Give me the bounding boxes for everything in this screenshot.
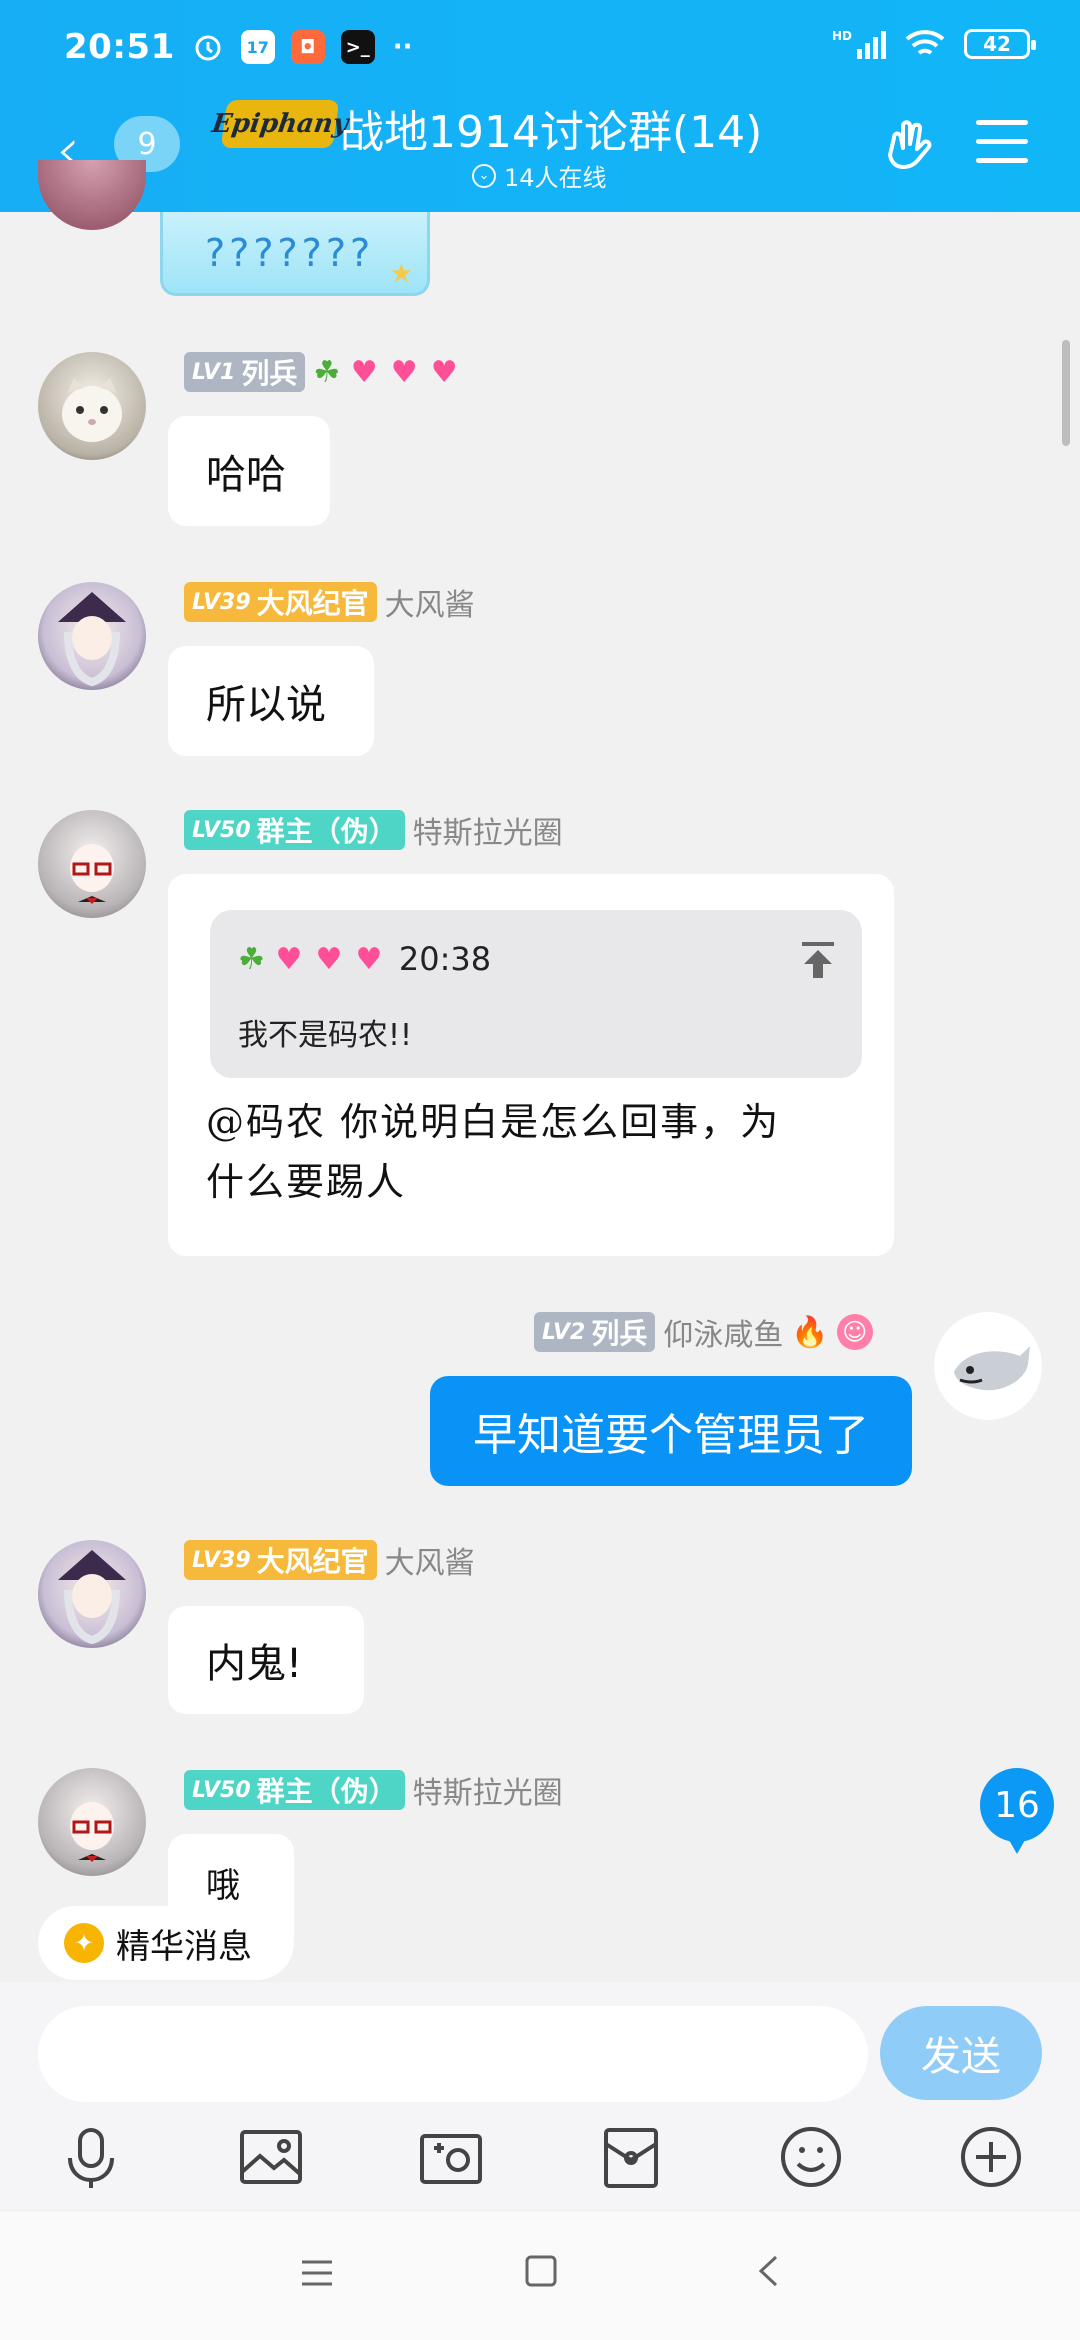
- level-number: LV39: [192, 589, 251, 615]
- status-bar: 20:51 17 ◘ >_ ·· HD 42: [64, 22, 1036, 72]
- essence-label: 精华消息: [116, 1926, 252, 1967]
- level-badge: LV39 大风纪官: [184, 1540, 377, 1580]
- sender-name: 特斯拉光圈: [412, 816, 563, 851]
- camera-icon[interactable]: [416, 2122, 486, 2192]
- level-title: 列兵: [591, 1317, 648, 1350]
- clover-icon: ☘: [238, 941, 265, 977]
- avatar[interactable]: [38, 1540, 146, 1648]
- heart-icon: ♥: [350, 354, 378, 390]
- hand-gesture-icon[interactable]: [884, 116, 940, 172]
- level-badge: LV1 列兵: [184, 352, 306, 392]
- online-status[interactable]: ⌄ 14人在线: [472, 158, 607, 193]
- message-bubble[interactable]: 哈哈: [168, 416, 330, 526]
- avatar[interactable]: [38, 810, 146, 918]
- sender-name: 大风酱: [384, 588, 475, 623]
- message-input[interactable]: [38, 2006, 868, 2102]
- avatar[interactable]: [38, 582, 146, 690]
- battery-indicator: 42: [964, 29, 1036, 59]
- back-nav-icon[interactable]: [756, 2254, 780, 2297]
- chevron-down-icon: ⌄: [472, 163, 496, 188]
- level-number: LV39: [192, 1547, 251, 1573]
- calendar-icon: 17: [240, 30, 275, 64]
- status-time: 20:51: [64, 27, 175, 67]
- avatar[interactable]: [38, 352, 146, 460]
- heart-icon: ♥: [430, 354, 458, 390]
- menu-icon[interactable]: [976, 120, 1028, 166]
- heart-icon: ♥: [275, 941, 303, 977]
- avatar[interactable]: [38, 1768, 146, 1876]
- sender-meta: LV39 大风纪官 大风酱: [184, 582, 475, 623]
- essence-messages-button[interactable]: ✦ 精华消息: [38, 1906, 294, 1980]
- clover-icon: ☘: [313, 354, 341, 390]
- send-button[interactable]: 发送: [880, 2006, 1042, 2100]
- sender-name: 大风酱: [384, 1546, 475, 1581]
- sender-name: 特斯拉光圈: [412, 1776, 563, 1811]
- red-packet-icon[interactable]: [596, 2122, 666, 2192]
- mall-icon: ◘: [290, 30, 325, 64]
- quote-time: 20:38: [398, 940, 492, 978]
- more-dots-icon: ··: [392, 32, 413, 62]
- level-title: 群主（伪）: [256, 815, 397, 848]
- heart-icon: ♥: [355, 941, 383, 977]
- quote-meta: ☘ ♥ ♥ ♥ 20:38: [238, 940, 491, 978]
- recent-apps-icon[interactable]: [300, 2256, 334, 2297]
- sender-meta: LV2 列兵 仰泳咸鱼 🔥 ☺: [534, 1312, 873, 1353]
- wifi-icon: [905, 30, 945, 55]
- heart-icon: ♥: [390, 354, 418, 390]
- level-number: LV50: [192, 1777, 251, 1803]
- smile-badge-icon: ☺: [836, 1314, 873, 1350]
- microphone-icon[interactable]: [56, 2122, 126, 2192]
- online-count: 14人在线: [504, 164, 607, 192]
- chat-header: 20:51 17 ◘ >_ ·· HD 42 ‹ 9 Epiphany 战地19…: [0, 0, 1080, 212]
- terminal-icon: >_: [340, 30, 375, 64]
- message-text: @码农 你说明白是怎么回事，为 什么要踢人: [206, 1092, 866, 1212]
- sender-meta: LV50 群主（伪） 特斯拉光圈: [184, 1770, 563, 1811]
- fire-icon: 🔥: [791, 1314, 829, 1350]
- heart-icon: ♥: [315, 941, 343, 977]
- plus-icon[interactable]: [956, 2122, 1026, 2192]
- level-title: 列兵: [241, 357, 298, 390]
- level-number: LV1: [192, 359, 236, 385]
- message-line: 什么要踢人: [206, 1160, 407, 1204]
- sender-meta: LV39 大风纪官 大风酱: [184, 1540, 475, 1581]
- scrollbar[interactable]: [1062, 340, 1070, 446]
- level-badge: LV39 大风纪官: [184, 582, 377, 622]
- alarm-icon: [191, 30, 225, 64]
- avatar[interactable]: [38, 160, 146, 230]
- sender-name: 仰泳咸鱼: [663, 1318, 784, 1353]
- level-title: 大风纪官: [256, 1545, 369, 1578]
- quoted-message[interactable]: ☘ ♥ ♥ ♥ 20:38 我不是码农!!: [210, 910, 862, 1078]
- sparkle-icon: ✦: [64, 1923, 104, 1963]
- signal-icon: HD: [832, 29, 886, 59]
- home-icon[interactable]: [524, 2254, 558, 2297]
- level-title: 大风纪官: [256, 587, 369, 620]
- image-icon[interactable]: [236, 2122, 306, 2192]
- quote-text: 我不是码农!!: [238, 1018, 413, 1053]
- level-badge: LV50 群主（伪）: [184, 810, 405, 850]
- level-number: LV2: [542, 1319, 586, 1345]
- sender-meta: LV50 群主（伪） 特斯拉光圈: [184, 810, 563, 851]
- star-icon: ★: [389, 259, 417, 289]
- message-bubble[interactable]: 内鬼!: [168, 1606, 364, 1714]
- level-number: LV50: [192, 817, 251, 843]
- emoji-icon[interactable]: [776, 2122, 846, 2192]
- jump-to-top-icon[interactable]: [800, 940, 836, 980]
- sent-message-bubble[interactable]: 早知道要个管理员了: [430, 1376, 912, 1486]
- image-bubble-text: ???????: [205, 230, 375, 275]
- avatar[interactable]: [934, 1312, 1042, 1420]
- new-message-count-badge[interactable]: 16: [980, 1768, 1054, 1854]
- network-type: HD: [831, 29, 852, 43]
- level-badge: LV50 群主（伪）: [184, 1770, 405, 1810]
- group-logo: Epiphany: [210, 100, 350, 148]
- message-line: @码农 你说明白是怎么回事，为: [206, 1100, 781, 1144]
- level-badge: LV2 列兵: [534, 1312, 656, 1352]
- group-title[interactable]: 战地1914讨论群(14): [340, 96, 762, 160]
- sender-meta: LV1 列兵 ☘ ♥ ♥ ♥: [184, 352, 460, 392]
- level-title: 群主（伪）: [256, 1775, 397, 1808]
- image-bubble[interactable]: ??????? ★: [160, 212, 430, 296]
- message-bubble[interactable]: 所以说: [168, 646, 374, 756]
